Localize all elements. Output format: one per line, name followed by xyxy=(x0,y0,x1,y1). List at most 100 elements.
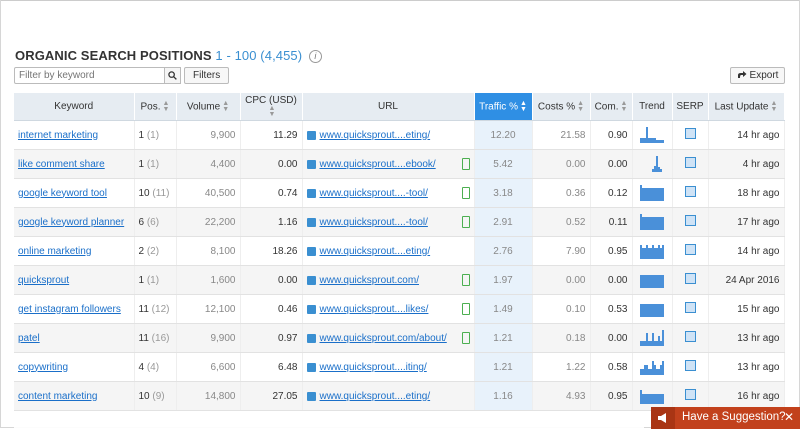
serp-cell xyxy=(672,207,709,237)
search-icon xyxy=(168,71,177,80)
keyword-filter-input[interactable] xyxy=(14,67,174,84)
last-update-cell: 14 hr ago xyxy=(708,236,785,266)
column-header-updated[interactable]: Last Update ▲ ▼ xyxy=(708,93,785,121)
url-cell: www.quicksprout.com/about/ xyxy=(302,323,475,353)
keyword-link[interactable]: like comment share xyxy=(18,159,105,170)
table-row: internet marketing 1 (1) 9,900 11.29 www.qui… xyxy=(14,120,785,150)
traffic-cell: 1.49 xyxy=(474,294,533,324)
serp-icon[interactable] xyxy=(684,331,696,342)
column-header-pos[interactable]: Pos. ▲ ▼ xyxy=(134,93,177,121)
column-header-volume[interactable]: Volume ▲ ▼ xyxy=(176,93,241,121)
traffic-cell: 2.76 xyxy=(474,236,533,266)
keyword-link[interactable]: google keyword planner xyxy=(18,217,124,228)
serp-icon[interactable] xyxy=(684,157,696,168)
external-link-icon[interactable] xyxy=(306,333,316,343)
table-row: online marketing 2 (2) 8,100 18.26 www.quick… xyxy=(14,236,785,266)
column-header-com[interactable]: Com. ▲ ▼ xyxy=(590,93,633,121)
url-link[interactable]: www.quicksprout....ebook/ xyxy=(320,159,436,170)
keyword-link[interactable]: internet marketing xyxy=(18,130,98,141)
external-link-icon[interactable] xyxy=(306,391,316,401)
serp-cell xyxy=(672,120,709,150)
keyword-cell: google keyword planner xyxy=(14,207,135,237)
competition-cell: 0.00 xyxy=(590,149,633,179)
competition-cell: 0.90 xyxy=(590,120,633,150)
column-header-serp[interactable]: SERP xyxy=(672,93,709,121)
keyword-link[interactable]: get instagram followers xyxy=(18,304,121,315)
search-button[interactable] xyxy=(164,67,181,84)
url-link[interactable]: www.quicksprout....-tool/ xyxy=(320,217,428,228)
url-link[interactable]: www.quicksprout.com/ xyxy=(320,275,419,286)
position-value: 1 xyxy=(138,129,145,141)
trend-chart xyxy=(637,301,668,317)
serp-icon[interactable] xyxy=(684,244,696,255)
keyword-link[interactable]: quicksprout xyxy=(18,275,69,286)
position-cell: 10 (11) xyxy=(134,178,177,208)
serp-icon[interactable] xyxy=(684,389,696,400)
trend-bar xyxy=(662,304,664,317)
serp-icon[interactable] xyxy=(684,273,696,284)
cpc-cell: 0.46 xyxy=(240,294,303,324)
url-link[interactable]: www.quicksprout.com/about/ xyxy=(320,333,447,344)
column-header-url[interactable]: URL xyxy=(302,93,475,121)
keyword-cell: online marketing xyxy=(14,236,135,266)
keyword-cell: copywriting xyxy=(14,352,135,382)
keyword-cell: google keyword tool xyxy=(14,178,135,208)
column-header-trend[interactable]: Trend xyxy=(632,93,673,121)
organic-positions-table: Keyword Pos. ▲ ▼ Volume ▲ ▼ CPC (USD)▲ ▼ URL Traff… xyxy=(14,93,785,411)
costs-cell: 0.10 xyxy=(532,294,591,324)
keyword-cell: like comment share xyxy=(14,149,135,179)
external-link-icon[interactable] xyxy=(306,275,316,285)
column-header-traffic[interactable]: Traffic % ▲ ▼ xyxy=(474,93,533,121)
costs-cell: 4.93 xyxy=(532,381,591,411)
url-link[interactable]: www.quicksprout....eting/ xyxy=(320,391,431,402)
info-icon[interactable]: i xyxy=(308,50,322,63)
close-icon[interactable]: ✕ xyxy=(784,410,794,424)
keyword-link[interactable]: patel xyxy=(18,333,40,344)
external-link-icon[interactable] xyxy=(306,130,316,140)
url-cell: www.quicksprout....eting/ xyxy=(302,381,475,411)
column-header-keyword[interactable]: Keyword xyxy=(14,93,135,121)
column-header-costs[interactable]: Costs % ▲ ▼ xyxy=(532,93,591,121)
suggestion-button[interactable]: Have a Suggestion? ✕ xyxy=(651,407,800,429)
url-link[interactable]: www.quicksprout....iting/ xyxy=(320,362,427,373)
last-update-cell: 24 Apr 2016 xyxy=(708,265,785,295)
previous-position: (11) xyxy=(152,187,170,199)
mobile-icon xyxy=(461,216,470,228)
trend-bar xyxy=(660,168,662,172)
competition-cell: 0.00 xyxy=(590,265,633,295)
serp-icon[interactable] xyxy=(684,215,696,226)
url-link[interactable]: www.quicksprout....-tool/ xyxy=(320,188,428,199)
keyword-link[interactable]: copywriting xyxy=(18,362,68,373)
url-link[interactable]: www.quicksprout....likes/ xyxy=(320,304,429,315)
filters-button[interactable]: Filters xyxy=(184,67,230,84)
external-link-icon[interactable] xyxy=(306,188,316,198)
serp-icon[interactable] xyxy=(684,186,696,197)
url-cell: www.quicksprout....-tool/ xyxy=(302,178,475,208)
keyword-link[interactable]: online marketing xyxy=(18,246,91,257)
traffic-cell: 2.91 xyxy=(474,207,533,237)
export-button[interactable]: Export xyxy=(730,67,785,84)
costs-cell: 0.52 xyxy=(532,207,591,237)
table-row: copywriting 4 (4) 6,600 6.48 www.quicksprout… xyxy=(14,352,785,382)
keyword-link[interactable]: google keyword tool xyxy=(18,188,107,199)
url-link[interactable]: www.quicksprout....eting/ xyxy=(320,246,431,257)
traffic-cell: 1.21 xyxy=(474,323,533,353)
competition-cell: 0.00 xyxy=(590,323,633,353)
serp-icon[interactable] xyxy=(684,302,696,313)
column-header-cpc[interactable]: CPC (USD)▲ ▼ xyxy=(240,93,303,121)
external-link-icon[interactable] xyxy=(306,362,316,372)
serp-icon[interactable] xyxy=(684,128,696,139)
keyword-link[interactable]: content marketing xyxy=(18,391,98,402)
scroll-fade xyxy=(14,410,644,429)
external-link-icon[interactable] xyxy=(306,217,316,227)
external-link-icon[interactable] xyxy=(306,159,316,169)
previous-position: (1) xyxy=(146,158,160,170)
url-link[interactable]: www.quicksprout....eting/ xyxy=(320,130,431,141)
serp-icon[interactable] xyxy=(684,360,696,371)
mobile-icon xyxy=(461,274,470,286)
external-link-icon[interactable] xyxy=(306,304,316,314)
cpc-cell: 0.97 xyxy=(240,323,303,353)
url-cell: www.quicksprout....ebook/ xyxy=(302,149,475,179)
external-link-icon[interactable] xyxy=(306,246,316,256)
volume-cell: 9,900 xyxy=(176,120,241,150)
